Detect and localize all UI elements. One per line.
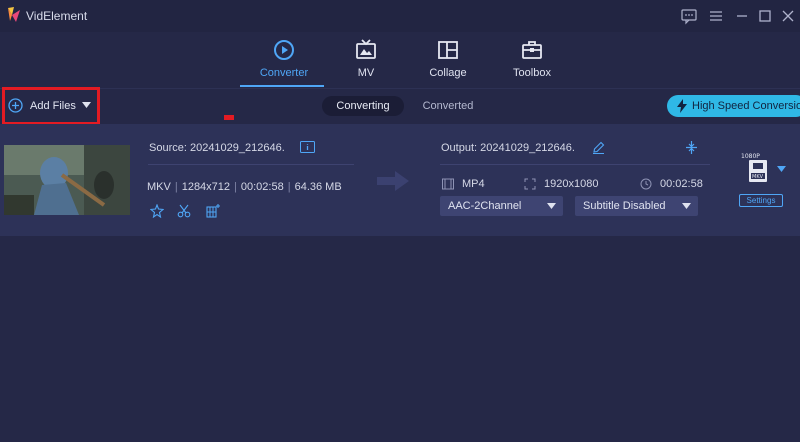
collage-icon: [438, 41, 458, 59]
pencil-icon[interactable]: [592, 141, 605, 154]
output-filename: Output: 20241029_212646.: [441, 142, 575, 154]
output-divider: [440, 164, 710, 165]
source-duration: 00:02:58: [240, 181, 284, 193]
output-duration: 00:02:58: [660, 178, 703, 190]
tab-converter[interactable]: Converter: [244, 32, 324, 88]
output-resolution: 1920x1080: [544, 178, 599, 190]
lightning-icon: [677, 99, 687, 113]
annotation-mark: [224, 115, 234, 120]
source-filename: Source: 20241029_212646.: [149, 142, 285, 154]
converted-tab[interactable]: Converted: [412, 96, 484, 116]
file-item: Source: 20241029_212646. MKV | 1284x712 | 00…: [0, 124, 800, 236]
arrow-right-icon: [377, 171, 409, 191]
output-duration-item: 00:02:58: [640, 178, 710, 192]
subtitle-value: Subtitle Disabled: [583, 200, 666, 212]
subtitle-dropdown[interactable]: Subtitle Disabled: [575, 196, 698, 216]
output-format: MP4: [462, 178, 485, 190]
add-circle-icon: [8, 98, 23, 113]
app-logo-icon: [8, 7, 20, 22]
tab-toolbox-label: Toolbox: [513, 67, 551, 79]
tab-mv-label: MV: [357, 67, 375, 79]
film-icon: [442, 178, 454, 190]
output-format-item: MP4: [442, 178, 512, 192]
format-chevron-icon[interactable]: [777, 166, 786, 172]
settings-button[interactable]: Settings: [739, 194, 783, 207]
app-title: VidElement: [26, 9, 88, 23]
menu-icon[interactable]: [707, 7, 725, 25]
thumbnail-image: [4, 145, 130, 215]
scissors-icon[interactable]: [177, 204, 191, 218]
format-badge-bottom: MKV: [752, 174, 764, 180]
edit-effects-icon[interactable]: [206, 204, 220, 218]
audio-value: AAC-2Channel: [448, 200, 522, 212]
source-resolution: 1284x712: [181, 181, 231, 193]
add-files-button[interactable]: Add Files: [8, 96, 98, 116]
clock-icon: [640, 178, 652, 190]
mv-icon: [356, 39, 376, 59]
resize-icon: [524, 178, 536, 190]
compress-icon[interactable]: [685, 141, 698, 154]
toolbox-icon: [522, 41, 542, 59]
high-speed-label: High Speed Conversion: [692, 100, 800, 112]
converting-tab[interactable]: Converting: [322, 96, 404, 116]
title-bar: VidElement: [0, 0, 800, 32]
chevron-down-icon: [682, 203, 691, 209]
tab-collage-label: Collage: [429, 67, 467, 79]
output-format-icon[interactable]: 1080P MKV: [741, 152, 773, 186]
tab-converter-label: Converter: [259, 67, 309, 79]
chevron-down-icon[interactable]: [82, 102, 91, 108]
minimize-icon[interactable]: [733, 7, 751, 25]
close-icon[interactable]: [779, 7, 797, 25]
format-badge-top: 1080P: [741, 153, 760, 160]
audio-dropdown[interactable]: AAC-2Channel: [440, 196, 563, 216]
info-icon[interactable]: [300, 141, 315, 153]
tab-toolbox[interactable]: Toolbox: [492, 32, 572, 88]
source-meta: MKV | 1284x712 | 00:02:58 | 64.36 MB: [147, 181, 342, 193]
tab-collage[interactable]: Collage: [408, 32, 488, 88]
feedback-icon[interactable]: [680, 7, 698, 25]
source-size: 64.36 MB: [294, 181, 342, 193]
main-nav: Converter MV Collage Toolbox: [240, 32, 570, 88]
source-format: MKV: [147, 181, 171, 193]
maximize-icon[interactable]: [756, 7, 774, 25]
output-resolution-item: 1920x1080: [524, 178, 624, 192]
video-thumbnail[interactable]: [4, 145, 130, 215]
add-files-label: Add Files: [30, 100, 76, 112]
high-speed-conversion-button[interactable]: High Speed Conversion: [667, 95, 800, 117]
converter-icon: [274, 40, 294, 60]
tab-mv[interactable]: MV: [326, 32, 406, 88]
chevron-down-icon: [547, 203, 556, 209]
source-divider: [148, 164, 354, 165]
active-tab-indicator: [240, 85, 324, 87]
enhance-icon[interactable]: [150, 204, 164, 218]
